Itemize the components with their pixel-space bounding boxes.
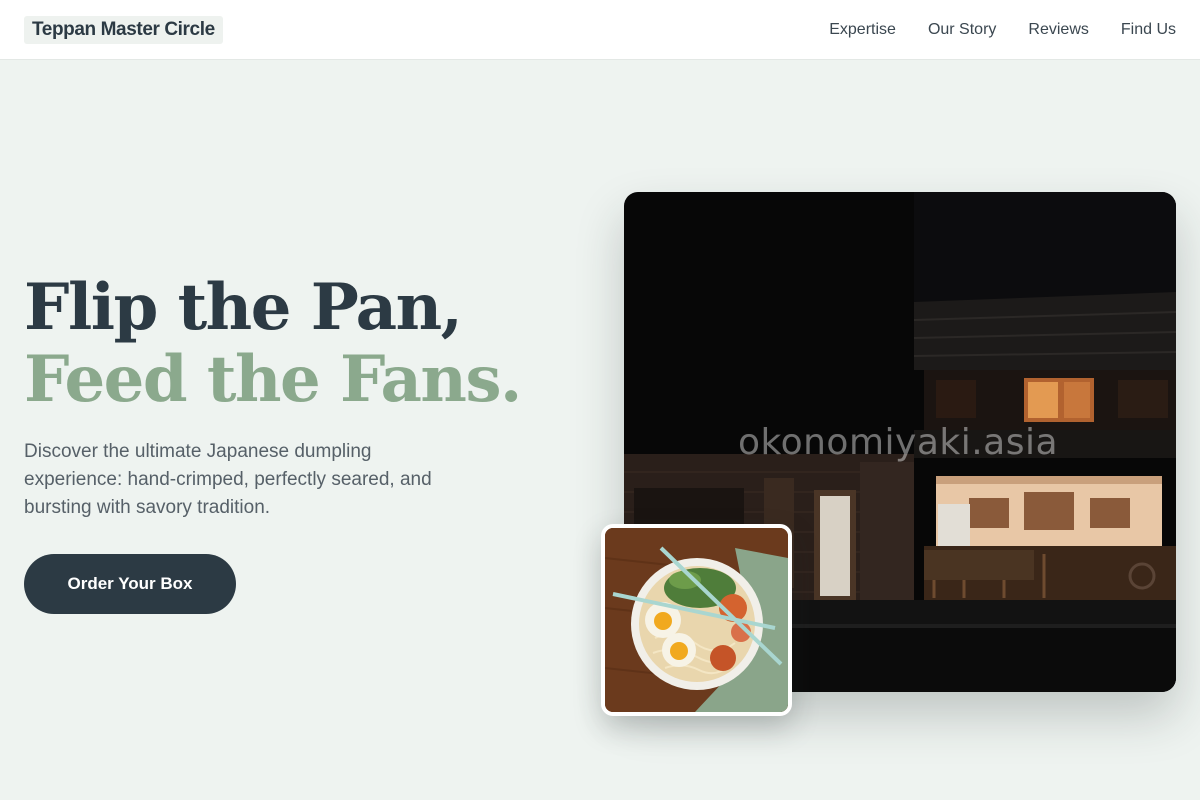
order-box-button[interactable]: Order Your Box — [24, 554, 236, 614]
top-navbar: Teppan Master Circle Expertise Our Story… — [0, 0, 1200, 60]
hero-description: Discover the ultimate Japanese dumpling … — [24, 441, 432, 518]
nav-link-expertise[interactable]: Expertise — [829, 21, 896, 39]
main-nav: Expertise Our Story Reviews Find Us — [829, 0, 1176, 60]
hero-title: Flip the Pan, Feed the Fans. — [24, 270, 522, 417]
hero-title-line-1: Flip the Pan, — [24, 270, 463, 345]
nav-link-find-us[interactable]: Find Us — [1121, 21, 1176, 39]
ramen-bowl-illustration — [605, 528, 788, 712]
hero-title-line-2: Feed the Fans. — [24, 342, 522, 417]
ramen-bowl-photo — [601, 524, 792, 716]
brand-logo[interactable]: Teppan Master Circle — [24, 16, 223, 44]
nav-link-our-story[interactable]: Our Story — [928, 21, 996, 39]
photo-watermark: okonomiyaki.asia — [738, 422, 1059, 463]
nav-link-reviews[interactable]: Reviews — [1028, 21, 1088, 39]
